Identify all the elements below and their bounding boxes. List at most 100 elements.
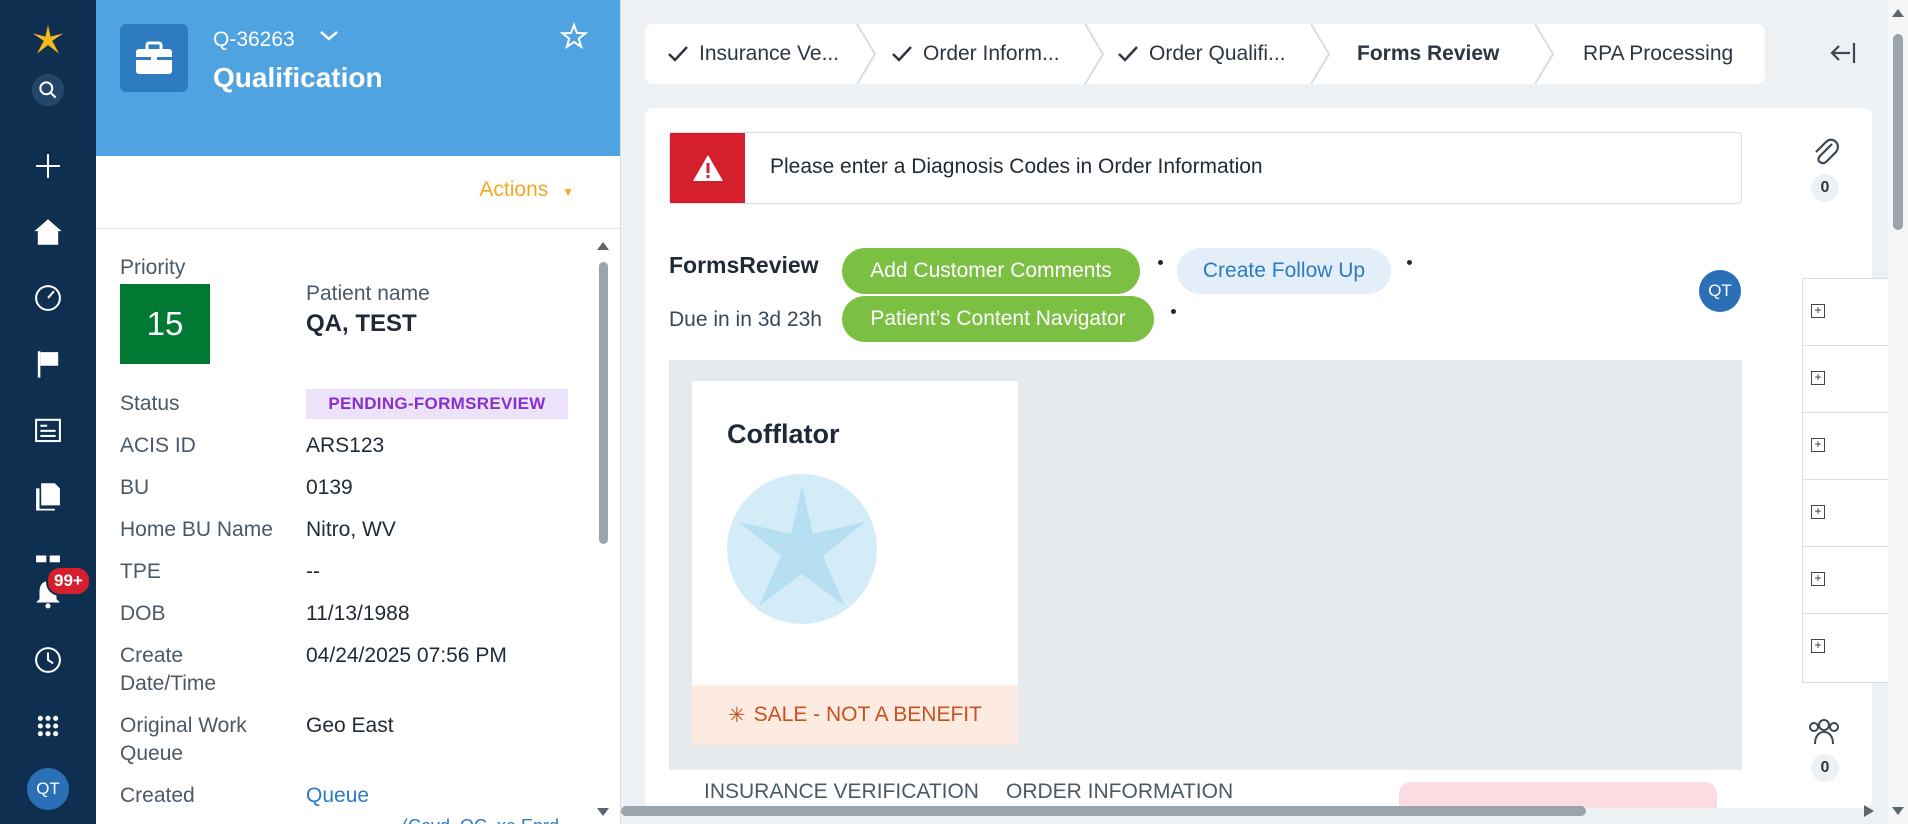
dashboard-icon[interactable]	[24, 274, 72, 322]
patient-name-label: Patient name	[306, 282, 430, 305]
sale-status-banner: ✳ SALE - NOT A BENEFIT	[692, 685, 1018, 745]
flag-icon[interactable]	[24, 340, 72, 388]
case-id: Q-36263	[213, 28, 295, 51]
warning-icon	[670, 133, 745, 203]
panel-scroll-thumb[interactable]	[599, 262, 608, 544]
acis-id-label: ACIS ID	[120, 434, 196, 457]
caret-down-icon: ▼	[562, 185, 574, 199]
stage-insurance-verification[interactable]: Insurance Ve...	[667, 24, 857, 84]
news-icon[interactable]	[24, 406, 72, 454]
paperclip-icon[interactable]	[1810, 136, 1840, 173]
separator-dot	[1158, 260, 1163, 265]
star-icon[interactable]	[559, 22, 589, 55]
queue-link[interactable]: Queue	[306, 784, 369, 807]
original-work-queue-label: Original Work Queue	[120, 714, 247, 765]
tpe-label: TPE	[120, 560, 161, 583]
expand-plus-icon[interactable]: +	[1811, 304, 1825, 318]
notification-badge: 99+	[46, 566, 91, 596]
home-bu-label: Home BU Name	[120, 518, 273, 541]
expand-plus-icon[interactable]: +	[1811, 371, 1825, 385]
list-item[interactable]: +	[1803, 480, 1893, 547]
case-header: Q-36263 Qualification	[96, 0, 620, 156]
check-icon	[892, 46, 912, 62]
due-value: in 3d 23h	[735, 308, 822, 331]
product-card[interactable]: Cofflator ✳ SALE - NOT A BENEFIT	[692, 381, 1018, 745]
expand-plus-icon[interactable]: +	[1811, 438, 1825, 452]
expandable-list: + + + + + +	[1802, 278, 1893, 683]
stage-label: Order Inform...	[923, 42, 1060, 65]
list-item[interactable]: +	[1803, 346, 1893, 413]
divider	[96, 228, 620, 229]
user-avatar[interactable]: QT	[27, 768, 69, 810]
created-label: Created	[120, 784, 195, 807]
history-icon[interactable]	[24, 636, 72, 684]
sale-status-text: SALE - NOT A BENEFIT	[753, 703, 982, 726]
chevron-down-icon[interactable]	[318, 28, 340, 49]
plus-icon[interactable]	[24, 142, 72, 190]
check-icon	[1118, 46, 1138, 62]
tab-order-information[interactable]: ORDER INFORMATION	[1006, 780, 1233, 804]
acis-id-value: ARS123	[306, 434, 385, 457]
actions-label: Actions	[479, 178, 549, 201]
add-customer-comments-button[interactable]: Add Customer Comments	[842, 248, 1140, 294]
expand-plus-icon[interactable]: +	[1811, 572, 1825, 586]
forms-review-card: Please enter a Diagnosis Codes in Order …	[645, 108, 1872, 808]
alert-message: Please enter a Diagnosis Codes in Order …	[770, 155, 1263, 178]
separator-dot	[1407, 260, 1412, 265]
panel-scrollbar[interactable]	[596, 240, 610, 818]
app-logo-icon[interactable]	[24, 16, 72, 64]
left-nav: 99+ QT	[0, 0, 96, 824]
bu-label: BU	[120, 476, 150, 499]
horizontal-scrollbar[interactable]	[621, 802, 1876, 820]
home-icon[interactable]	[24, 208, 72, 256]
assignee-avatar[interactable]: QT	[1699, 270, 1741, 312]
page-scrollbar[interactable]	[1888, 0, 1908, 824]
create-follow-up-button[interactable]: Create Follow Up	[1177, 248, 1391, 294]
search-icon[interactable]	[24, 66, 72, 114]
horizontal-scroll-thumb[interactable]	[621, 806, 1586, 816]
apps-grid-icon[interactable]	[24, 702, 72, 750]
error-alert: Please enter a Diagnosis Codes in Order …	[669, 132, 1742, 204]
stage-forms-review[interactable]: Forms Review	[1357, 24, 1557, 84]
tab-insurance-verification[interactable]: INSURANCE VERIFICATION	[704, 780, 979, 804]
stage-label: Order Qualifi...	[1149, 42, 1286, 65]
dob-value: 11/13/1988	[306, 602, 410, 625]
patients-content-navigator-button[interactable]: Patient’s Content Navigator	[842, 296, 1154, 342]
priority-value: 15	[120, 284, 210, 364]
stage-label: Forms Review	[1357, 42, 1500, 65]
created-link[interactable]: Queue	[306, 782, 369, 810]
create-date-value: 04/24/2025 07:56 PM	[306, 644, 507, 667]
case-summary-panel: Q-36263 Qualification Actions ▼ Priority…	[96, 0, 621, 824]
separator-dot	[1171, 309, 1176, 314]
priority-label: Priority	[120, 256, 186, 279]
sparkle-icon: ✳	[728, 703, 746, 727]
list-item[interactable]: +	[1803, 413, 1893, 480]
briefcase-icon	[120, 24, 188, 92]
attachments-count: 0	[1811, 174, 1839, 202]
stage-rpa-processing[interactable]: RPA Processing	[1583, 24, 1753, 84]
created-detail-link[interactable]: (Covd_QC_xe Enrd	[402, 812, 559, 824]
list-item[interactable]: +	[1803, 279, 1893, 346]
home-bu-value: Nitro, WV	[306, 518, 396, 541]
stage-order-information[interactable]: Order Inform...	[891, 24, 1091, 84]
followers-icon[interactable]	[1807, 716, 1841, 751]
case-title: Qualification	[213, 62, 383, 93]
product-name: Cofflator	[727, 419, 840, 449]
stage-label: Insurance Ve...	[699, 42, 840, 65]
stage-label: RPA Processing	[1583, 42, 1734, 65]
list-item[interactable]: +	[1803, 614, 1893, 681]
list-item[interactable]: +	[1803, 547, 1893, 614]
original-work-queue-value: Geo East	[306, 714, 394, 737]
section-title: FormsReview	[669, 252, 819, 278]
expand-plus-icon[interactable]: +	[1811, 505, 1825, 519]
stage-order-qualification[interactable]: Order Qualifi...	[1117, 24, 1317, 84]
expand-plus-icon[interactable]: +	[1811, 639, 1825, 653]
documents-icon[interactable]	[24, 472, 72, 520]
tpe-value: --	[306, 560, 320, 583]
status-label: Status	[120, 392, 180, 415]
create-date-label: Create Date/Time	[120, 644, 217, 695]
due-info: Due in in 3d 23h	[669, 308, 822, 332]
collapse-panel-icon[interactable]	[1828, 38, 1858, 73]
page-scroll-thumb[interactable]	[1893, 34, 1903, 230]
actions-menu[interactable]: Actions ▼	[479, 178, 574, 202]
